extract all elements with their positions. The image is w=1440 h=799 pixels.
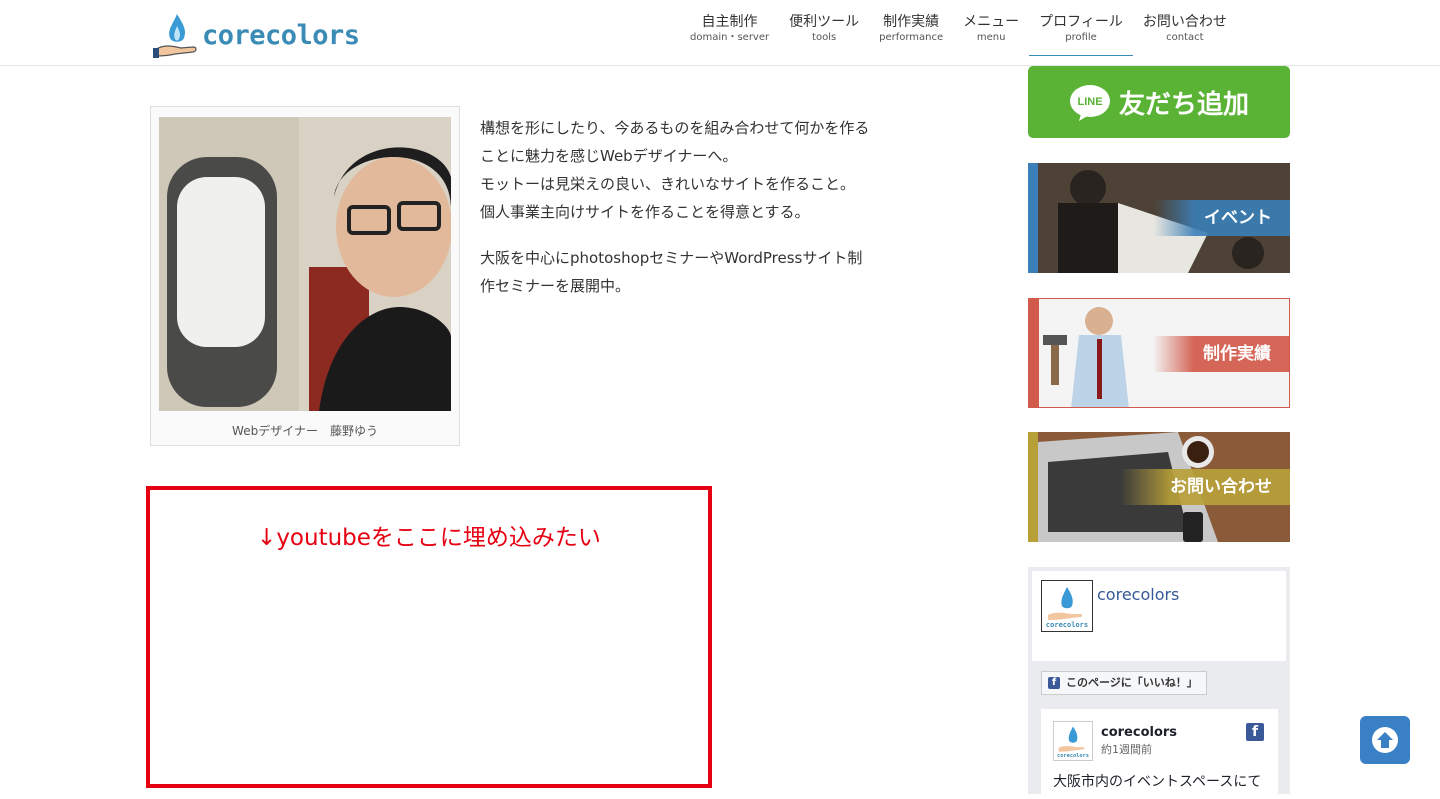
svg-text:LINE: LINE [1077,96,1102,108]
fb-post-time[interactable]: 約1週間前 [1101,741,1152,757]
profile-card: Webデザイナー 藤野ゆう [150,106,460,446]
nav-item-contact[interactable]: お問い合わせ contact [1133,12,1237,56]
logo-text: corecolors [202,20,360,51]
facebook-logo-icon[interactable]: f [1246,723,1264,741]
site-logo[interactable]: corecolors [153,12,373,60]
back-to-top-button[interactable] [1360,716,1410,764]
main-nav: 自主制作 domain・server 便利ツール tools 制作実績 perf… [680,12,1237,56]
fb-like-button[interactable]: f このページに「いいね！」 [1041,671,1207,695]
nav-item-performance[interactable]: 制作実績 performance [869,12,953,56]
nav-item-menu[interactable]: メニュー menu [953,12,1029,56]
fb-post: corecolors corecolors 約1週間前 f 大阪市内のイベントス… [1041,709,1278,799]
fb-page-avatar[interactable]: corecolors [1041,580,1093,632]
youtube-placeholder: ↓youtubeをここに埋め込みたい [146,486,712,788]
arrow-up-circle-icon [1372,727,1398,753]
line-button-label: 友だち追加 [1118,89,1249,120]
event-banner-label: イベント [1154,200,1290,236]
site-header: corecolors 自主制作 domain・server 便利ツール tool… [0,0,1440,66]
facebook-widget: corecolors corecolors f このページに「いいね！」 cor… [1028,567,1290,799]
facebook-icon: f [1048,677,1060,689]
bio-paragraph-2: 大阪を中心にphotoshopセミナーやWordPressサイト制 作セミナーを… [480,249,863,295]
line-add-friend-button[interactable]: LINE 友だち追加 [1028,66,1290,138]
performance-banner[interactable]: 制作実績 [1028,298,1290,408]
contact-banner[interactable]: お問い合わせ [1028,432,1290,542]
event-banner[interactable]: イベント [1028,163,1290,273]
bio-paragraph-1: 構想を形にしたり、今あるものを組み合わせて何かを作る ことに魅力を感じWebデザ… [480,119,870,221]
line-icon: LINE [1069,84,1111,121]
youtube-note: ↓youtubeをここに埋め込みたい [257,525,601,551]
fb-post-text: 大阪市内のイベントスペースにて [1053,774,1262,790]
profile-caption: Webデザイナー 藤野ゆう [232,424,378,438]
performance-banner-label: 制作実績 [1153,336,1289,372]
svg-text:corecolors: corecolors [1046,621,1088,629]
profile-bio: 構想を形にしたり、今あるものを組み合わせて何かを作る ことに魅力を感じWebデザ… [480,114,920,318]
contact-banner-label: お問い合わせ [1120,469,1290,505]
svg-text:corecolors: corecolors [1057,753,1089,759]
fb-post-author[interactable]: corecolors [1101,725,1177,740]
nav-item-tools[interactable]: 便利ツール tools [779,12,869,56]
fb-page-name[interactable]: corecolors [1097,585,1179,604]
nav-item-profile[interactable]: プロフィール profile [1029,12,1133,56]
profile-photo [159,117,451,411]
fb-page-header: corecolors corecolors [1032,571,1286,661]
nav-item-jishu[interactable]: 自主制作 domain・server [680,12,779,56]
fb-post-avatar[interactable]: corecolors [1053,721,1093,761]
flame-hand-icon [153,14,197,58]
